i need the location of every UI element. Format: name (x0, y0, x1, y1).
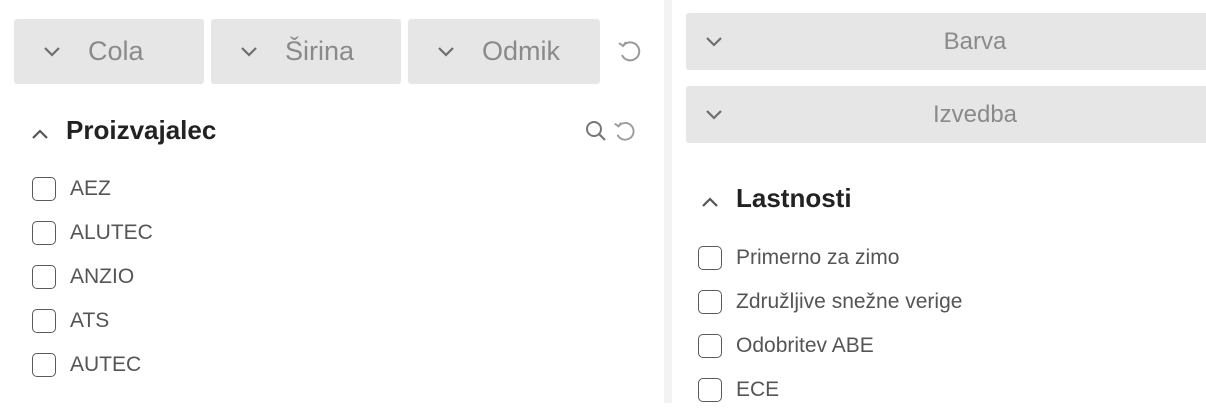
accordion-label: Izvedba (932, 101, 1018, 128)
list-item[interactable]: AEZ (32, 167, 153, 211)
checkbox-label: ATS (70, 309, 110, 332)
checkbox[interactable] (698, 290, 722, 314)
right-filter-panel: Barva Izvedba Lastnosti Primerno za zimo… (672, 0, 1206, 403)
checkbox-label: AUTEC (70, 353, 142, 376)
section-title: Lastnosti (736, 182, 852, 213)
checkbox-label: Primerno za zimo (736, 246, 900, 269)
filter-chip-label: Širina (285, 36, 355, 66)
accordion-izvedba[interactable]: Izvedba (686, 86, 1206, 143)
list-item[interactable]: AUTEC (32, 343, 153, 387)
checkbox[interactable] (32, 177, 56, 201)
search-icon[interactable] (584, 119, 608, 148)
checkbox-label: Združljive snežne verige (736, 290, 963, 313)
chevron-down-icon (436, 42, 456, 62)
filter-chip-cola[interactable]: Cola (14, 19, 204, 84)
checkbox[interactable] (32, 309, 56, 333)
chevron-up-icon (700, 188, 720, 208)
reset-icon[interactable] (612, 118, 638, 144)
properties-list: Primerno za zimo Združljive snežne verig… (698, 236, 962, 412)
filter-chip-sirina[interactable]: Širina (211, 19, 401, 84)
list-item[interactable]: ANZIO (32, 255, 153, 299)
filter-chip-odmik[interactable]: Odmik (408, 19, 600, 84)
manufacturer-section-header[interactable]: Proizvajalec (30, 112, 216, 148)
manufacturer-list: AEZ ALUTEC ANZIO ATS AUTEC (32, 167, 153, 387)
checkbox[interactable] (32, 353, 56, 377)
chevron-down-icon (239, 42, 259, 62)
left-filter-panel: Cola Širina Odmik Proizvajalec AEZ ALUTE… (0, 0, 664, 403)
list-item[interactable]: ECE (698, 368, 962, 412)
checkbox[interactable] (698, 378, 722, 402)
checkbox-label: ALUTEC (70, 221, 153, 244)
chevron-up-icon (30, 120, 50, 140)
checkbox-label: ANZIO (70, 265, 135, 288)
list-item[interactable]: Primerno za zimo (698, 236, 962, 280)
checkbox[interactable] (698, 334, 722, 358)
list-item[interactable]: ALUTEC (32, 211, 153, 255)
panel-divider (664, 0, 672, 403)
checkbox-label: Odobritev ABE (736, 334, 874, 357)
list-item[interactable]: Odobritev ABE (698, 324, 962, 368)
list-item[interactable]: Združljive snežne verige (698, 280, 962, 324)
filter-chip-label: Cola (88, 36, 144, 66)
checkbox[interactable] (32, 221, 56, 245)
list-item[interactable]: ATS (32, 299, 153, 343)
filter-chip-label: Odmik (482, 36, 561, 66)
checkbox-label: AEZ (70, 177, 111, 200)
checkbox[interactable] (32, 265, 56, 289)
section-title: Proizvajalec (66, 114, 217, 145)
reset-icon[interactable] (616, 37, 644, 65)
checkbox[interactable] (698, 246, 722, 270)
chevron-down-icon (42, 42, 62, 62)
properties-section-header[interactable]: Lastnosti (700, 180, 852, 216)
accordion-barva[interactable]: Barva (686, 13, 1206, 70)
accordion-label: Barva (943, 28, 1007, 55)
checkbox-label: ECE (736, 378, 780, 401)
